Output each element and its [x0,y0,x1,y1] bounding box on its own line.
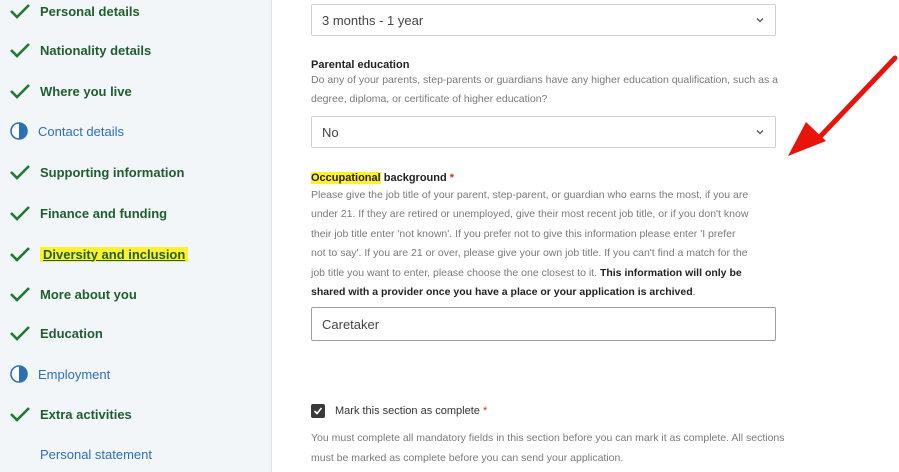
parental-education-hint: Do any of your parents, step-parents or … [311,74,778,106]
occupational-background-value: Caretaker [322,316,380,332]
sidebar-item-contact-details[interactable]: Contact details [8,118,124,144]
check-icon [10,84,30,99]
in-progress-icon [10,122,28,140]
sidebar-item-more-about-you[interactable]: More about you [8,281,137,307]
occupational-background-input[interactable]: Caretaker [311,307,776,341]
sidebar-item-supporting-information[interactable]: Supporting information [8,159,184,185]
hint-line: Please give the job title of your parent… [311,189,749,201]
section-sidebar: Personal details Nationality details Whe… [0,0,272,472]
check-icon [10,287,30,302]
occupational-background-label: Occupational background * [311,172,454,184]
sidebar-item-label: Education [40,325,103,341]
sidebar-item-personal-details[interactable]: Personal details [8,0,140,24]
required-mark: * [482,405,488,417]
sidebar-item-label: Where you live [40,83,132,99]
sidebar-item-nationality-details[interactable]: Nationality details [8,37,151,63]
hint-line: job title you want to enter, please choo… [311,266,742,279]
hint-line: not to say'. If you are 21 or over, plea… [311,247,748,260]
check-icon [10,43,30,58]
form-panel: 3 months - 1 year Parental education Do … [273,0,899,472]
check-icon [10,247,30,262]
check-icon [10,4,30,19]
sidebar-item-label: Finance and funding [40,205,168,221]
sidebar-item-label: Contact details [38,123,124,139]
mark-complete-note: You must complete all mandatory fields i… [311,432,785,464]
sidebar-item-label: Personal statement [40,446,153,462]
sidebar-item-label: More about you [40,286,137,302]
mark-complete-checkbox[interactable] [311,404,325,418]
hint-bold: This information will only be [599,266,742,279]
hint-line: their job title enter 'not known'. If yo… [311,227,736,240]
checkmark-icon [313,407,323,415]
hint-line: under 21. If they are retired or unemplo… [311,208,749,221]
check-icon [10,407,30,422]
parental-education-select[interactable]: No [311,116,776,148]
sidebar-item-label: Supporting information [40,164,185,180]
parental-education-value: No [322,124,339,140]
hint-line: shared with a provider once you have a p… [311,286,696,299]
sidebar-item-extra-activities[interactable]: Extra activities [8,401,132,427]
sidebar-item-label: Nationality details [40,42,152,58]
sidebar-item-finance-and-funding[interactable]: Finance and funding [8,200,167,226]
check-icon [10,165,30,180]
occupational-background-hint: Please give the job title of your parent… [311,186,781,302]
sidebar-item-personal-statement[interactable]: Personal statement [40,441,152,467]
duration-select[interactable]: 3 months - 1 year [311,4,776,36]
chevron-down-icon [756,18,764,23]
sidebar-item-label: Diversity and inclusion [40,246,189,262]
check-icon [10,206,30,221]
occupational-label-highlight: Occupational [311,172,381,184]
parental-education-label: Parental education [311,59,410,71]
sidebar-item-diversity-and-inclusion[interactable]: Diversity and inclusion [8,241,189,267]
check-icon [10,326,30,341]
hint-bold: shared with a provider once you have a p… [311,286,693,299]
sidebar-item-label: Employment [38,366,111,382]
sidebar-item-label: Personal details [40,3,140,19]
chevron-down-icon [756,130,764,135]
sidebar-item-where-you-live[interactable]: Where you live [8,78,132,104]
mark-complete-label[interactable]: Mark this section as complete * [335,405,487,417]
sidebar-item-employment[interactable]: Employment [8,361,110,387]
sidebar-item-label: Extra activities [40,406,132,422]
sidebar-item-education[interactable]: Education [8,320,103,346]
occupational-label-rest: background [380,172,447,184]
required-mark: * [449,172,455,184]
duration-select-value: 3 months - 1 year [322,12,424,28]
in-progress-icon [10,365,28,383]
